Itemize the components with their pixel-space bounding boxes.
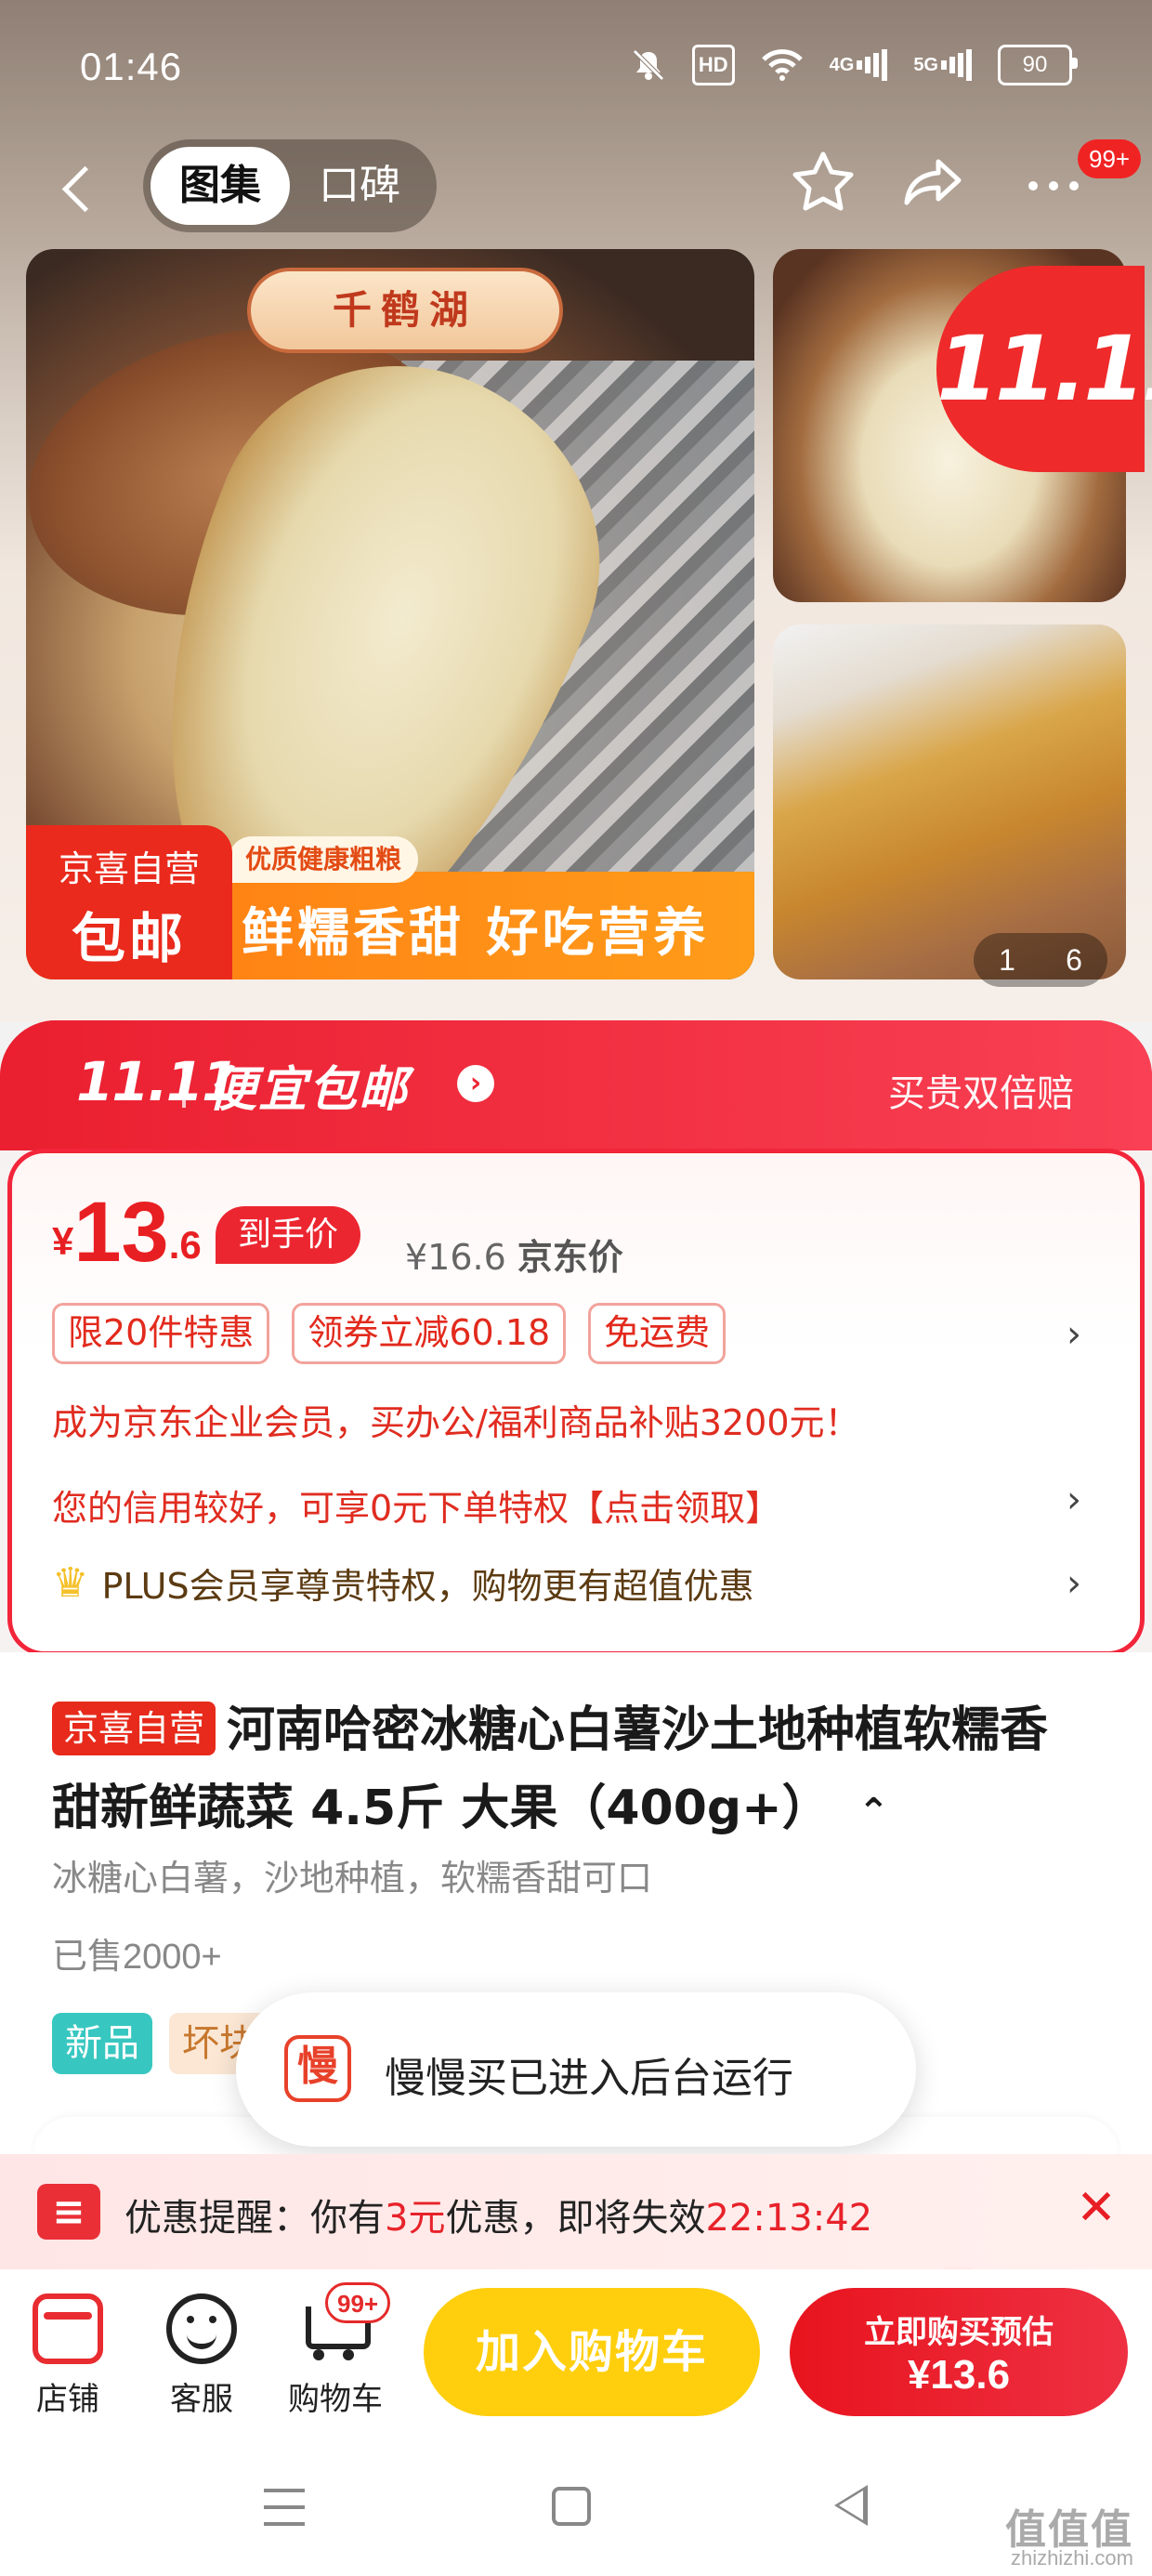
chevron-right-icon[interactable]: › — [1055, 1481, 1093, 1518]
home-icon[interactable] — [552, 2487, 591, 2526]
coupon-reminder-text: 优惠提醒：你有3元优惠，即将失效22:13:42 — [124, 2188, 872, 2241]
price-integer: 13 — [73, 1185, 169, 1280]
chevron-right-icon[interactable]: › — [457, 1065, 494, 1102]
close-icon[interactable]: ✕ — [1070, 2182, 1122, 2234]
pager-total: 6 — [1066, 942, 1082, 977]
toast-text: 慢慢买已进入后台运行 — [385, 2055, 793, 2102]
back-icon[interactable] — [54, 154, 104, 219]
final-price: ¥ 13 .6 — [52, 1189, 202, 1275]
shop-label: 店铺 — [36, 2381, 99, 2418]
product-subtitle: 冰糖心白薯，沙地种植，软糯香甜可口 — [52, 1858, 653, 1899]
plus-member-row[interactable]: ♛ PLUS会员享尊贵特权，购物更有超值优惠 — [52, 1557, 754, 1609]
reminder-suffix: 优惠，即将失效 — [445, 2197, 706, 2240]
tab-reviews[interactable]: 口碑 — [290, 147, 429, 225]
signal-4g-icon: 4G — [830, 45, 888, 85]
enterprise-member-line[interactable]: 成为京东企业会员，买办公/福利商品补贴3200元！ — [52, 1394, 860, 1445]
promo-tags[interactable]: 限20件特惠 领券立减60.18 免运费 — [52, 1303, 727, 1364]
status-bar: 01:46 HD 4G 5G 90 — [0, 0, 1152, 139]
promo-tag-free-shipping[interactable]: 免运费 — [588, 1303, 727, 1364]
back-triangle-icon[interactable] — [834, 2485, 868, 2526]
sold-count: 已售2000+ — [52, 1938, 222, 1977]
credit-privilege-line[interactable]: 您的信用较好，可享0元下单特权【点击领取】 — [52, 1479, 780, 1531]
coupon-icon: ≡ — [37, 2184, 100, 2240]
gallery-main-image[interactable]: 千鹤湖 优质健康粗粮 鲜糯香甜 好吃营养 京喜自营 包邮 — [26, 249, 754, 979]
gallery-pager: 1 6 — [974, 933, 1107, 987]
promo-tag-limit[interactable]: 限20件特惠 — [52, 1303, 270, 1364]
watermark-url: zhizhizhi.com — [1010, 2546, 1133, 2569]
tab-gallery[interactable]: 图集 — [151, 147, 290, 225]
jx-self-operated-badge: 京喜自营 — [52, 1702, 216, 1755]
chevron-up-icon[interactable]: ⌃ — [858, 1773, 890, 1851]
buy-now-label: 立即购买预估 — [864, 2314, 1054, 2351]
plus-member-text: PLUS会员享尊贵特权，购物更有超值优惠 — [101, 1566, 754, 1607]
customer-service-button[interactable]: 客服 — [151, 2293, 253, 2419]
battery-icon: 90 — [998, 45, 1078, 85]
mute-icon — [631, 45, 666, 85]
chevron-right-icon[interactable]: › — [1055, 1316, 1093, 1353]
signal-5g-label: 5G — [913, 55, 938, 75]
chevron-right-icon[interactable]: › — [1055, 1565, 1093, 1602]
price-decimal: .6 — [168, 1223, 202, 1267]
jx-badge-line2: 包邮 — [71, 907, 187, 970]
recent-apps-icon[interactable] — [264, 2489, 305, 2526]
cart-label: 购物车 — [288, 2381, 383, 2418]
product-title: 京喜自营 河南哈密冰糖心白薯沙土地种植软糯香甜新鲜蔬菜 4.5斤 大果（400g+… — [52, 1691, 1093, 1851]
more-badge: 99+ — [1078, 139, 1142, 178]
add-to-cart-button[interactable]: 加入购物车 — [424, 2288, 760, 2416]
reminder-prefix: 优惠提醒：你有 — [124, 2197, 385, 2240]
gallery-thumb-2[interactable] — [773, 624, 1126, 979]
jd-price-value: ¥16.6 — [405, 1237, 506, 1278]
reminder-amount: 3元 — [385, 2197, 446, 2240]
double11-corner-badge: 11.11 — [936, 266, 1152, 472]
background-running-toast: 慢 慢慢买已进入后台运行 — [236, 1992, 916, 2147]
promo-tag-coupon[interactable]: 领券立减60.18 — [292, 1303, 567, 1364]
status-icons: HD 4G 5G 90 — [631, 45, 1078, 85]
status-time: 01:46 — [80, 45, 183, 88]
reminder-countdown: 22:13:42 — [705, 2197, 873, 2240]
pager-current: 1 — [999, 942, 1015, 977]
buy-now-price: ¥13.6 — [907, 2352, 1011, 2398]
signal-5g-icon: 5G — [913, 45, 972, 85]
manmanmai-app-icon: 慢 — [284, 2035, 351, 2102]
crown-icon: ♛ — [52, 1559, 89, 1607]
hd-icon: HD — [691, 45, 735, 85]
cart-count-badge: 99+ — [325, 2282, 391, 2323]
signal-4g-label: 4G — [829, 55, 855, 75]
shop-button[interactable]: 店铺 — [17, 2293, 119, 2419]
jd-price: ¥16.6 京东价 — [405, 1229, 623, 1280]
brand-plate: 千鹤湖 — [247, 268, 563, 353]
promo-text: 鲜糯香甜 好吃营养 — [242, 903, 710, 964]
promo-bar-title[interactable]: 便宜包邮 — [208, 1050, 409, 1120]
shop-icon — [33, 2293, 103, 2364]
star-icon[interactable] — [786, 149, 860, 223]
buy-now-button[interactable]: 立即购买预估 ¥13.6 — [790, 2288, 1128, 2416]
gallery-tab-switch: 图集 口碑 — [143, 139, 437, 232]
jx-badge-line1: 京喜自营 — [58, 848, 200, 889]
promo-bar-divider — [182, 1067, 186, 1108]
jx-free-shipping-badge: 京喜自营 包邮 — [26, 825, 232, 979]
double-compensation-text[interactable]: 买贵双倍赔 — [888, 1063, 1074, 1117]
final-price-badge: 到手价 — [216, 1206, 361, 1264]
customer-service-label: 客服 — [170, 2381, 233, 2418]
jd-price-label: 京东价 — [517, 1237, 623, 1278]
price-currency: ¥ — [52, 1219, 74, 1263]
promo-tag: 优质健康粗粮 — [229, 836, 419, 883]
new-product-chip: 新品 — [52, 2013, 152, 2074]
customer-service-icon — [166, 2293, 237, 2364]
share-icon[interactable] — [897, 149, 972, 223]
wifi-icon — [761, 45, 804, 85]
